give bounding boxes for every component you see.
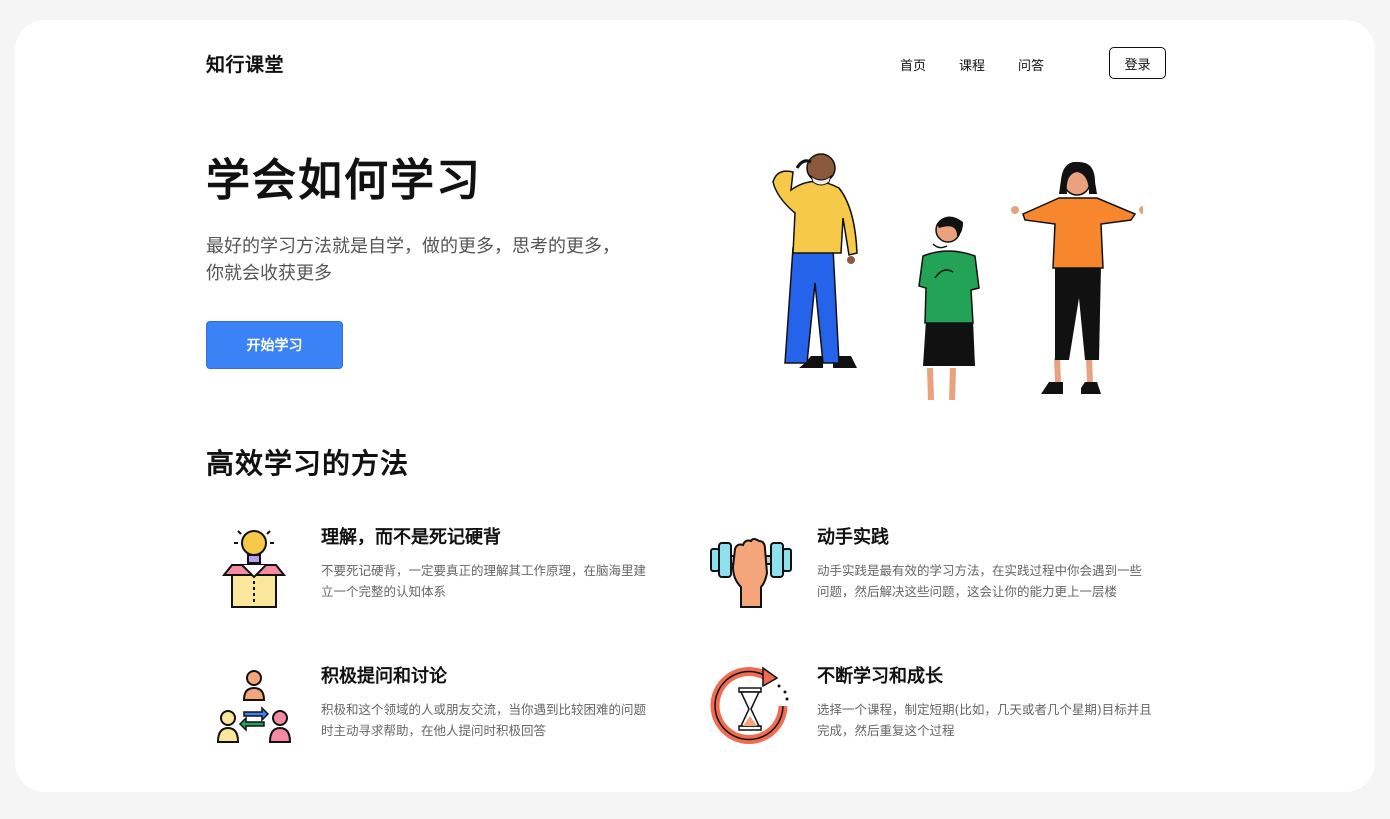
method-desc-growth: 选择一个课程，制定短期(比如，几天或者几个星期)目标并且 完成，然后重复这个过程	[817, 699, 1167, 741]
method-desc-line: 问题，然后解决这些问题，这会让你的能力更上一层楼	[817, 584, 1118, 599]
page-card: 知行课堂 首页 课程 问答 登录 学会如何学习 最好的学习方法就是自学，做的更多…	[15, 20, 1375, 792]
woman-figure	[1011, 161, 1143, 394]
method-title-practice: 动手实践	[817, 527, 889, 548]
hourglass-cycle-icon	[710, 666, 789, 744]
start-learning-button[interactable]: 开始学习	[206, 321, 343, 369]
method-desc-discuss: 积极和这个领域的人或朋友交流，当你遇到比较困难的问题 时主动寻求帮助，在他人提问…	[321, 699, 671, 741]
hero-subtitle: 最好的学习方法就是自学，做的更多，思考的更多， 你就会收获更多	[206, 233, 676, 287]
hero-illustration	[772, 153, 1143, 400]
login-button[interactable]: 登录	[1109, 47, 1166, 79]
method-desc-line: 动手实践是最有效的学习方法，在实践过程中你会遇到一些	[817, 563, 1143, 578]
method-desc-line: 不要死记硬背，一定要真正的理解其工作原理，在脑海里建	[321, 563, 647, 578]
hero-title: 学会如何学习	[206, 155, 482, 206]
boy-figure	[918, 216, 980, 400]
site-logo[interactable]: 知行课堂	[206, 50, 284, 77]
method-title-discuss: 积极提问和讨论	[321, 666, 447, 687]
method-title-understand: 理解，而不是死记硬背	[321, 527, 501, 548]
method-desc-line: 时主动寻求帮助，在他人提问时积极回答	[321, 723, 547, 738]
method-desc-practice: 动手实践是最有效的学习方法，在实践过程中你会遇到一些 问题，然后解决这些问题，这…	[817, 560, 1167, 602]
hero-subtitle-line1: 最好的学习方法就是自学，做的更多，思考的更多，	[206, 236, 620, 257]
nav-qa[interactable]: 问答	[1018, 55, 1044, 74]
method-title-growth: 不断学习和成长	[817, 666, 943, 687]
methods-title: 高效学习的方法	[206, 447, 410, 480]
nav-home[interactable]: 首页	[900, 55, 926, 74]
discussion-people-icon	[216, 670, 292, 743]
method-desc-line: 立一个完整的认知体系	[321, 584, 447, 599]
hero-subtitle-line2: 你就会收获更多	[206, 263, 332, 284]
method-desc-line: 选择一个课程，制定短期(比如，几天或者几个星期)目标并且	[817, 702, 1152, 717]
old-man-figure	[772, 153, 858, 368]
method-desc-understand: 不要死记硬背，一定要真正的理解其工作原理，在脑海里建 立一个完整的认知体系	[321, 560, 671, 602]
method-desc-line: 完成，然后重复这个过程	[817, 723, 955, 738]
nav-courses[interactable]: 课程	[959, 55, 985, 74]
method-desc-line: 积极和这个领域的人或朋友交流，当你遇到比较困难的问题	[321, 702, 647, 717]
dumbbell-hand-icon	[710, 538, 792, 608]
lightbulb-box-icon	[221, 530, 287, 608]
